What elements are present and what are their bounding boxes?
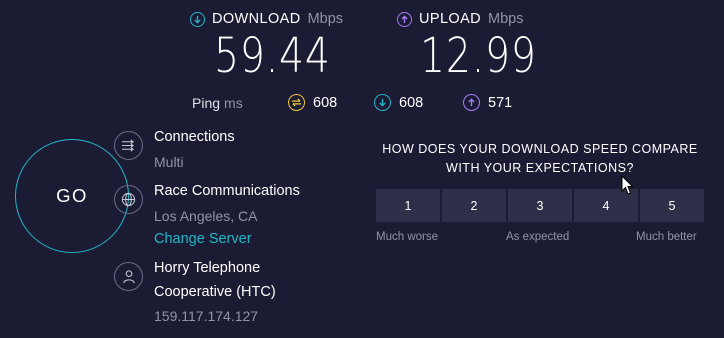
connections-value: Multi [154, 154, 184, 170]
connections-icon [114, 131, 143, 160]
scale-low-label: Much worse [376, 231, 438, 243]
mouse-cursor-icon [621, 175, 634, 195]
change-server-link[interactable]: Change Server [154, 231, 252, 247]
rating-button-2[interactable]: 2 [442, 189, 506, 222]
upload-speed-value: 12.99 [420, 28, 537, 84]
ping-label-group: Ping ms [192, 95, 243, 111]
upload-label: UPLOAD [419, 11, 482, 27]
rating-button-1[interactable]: 1 [376, 189, 440, 222]
idle-ping-icon [288, 94, 305, 111]
upload-arrow-icon [397, 11, 412, 27]
ip-address: 159.117.174.127 [154, 308, 259, 324]
rating-button-3[interactable]: 3 [508, 189, 572, 222]
download-header: DOWNLOAD Mbps [190, 9, 343, 29]
upload-header: UPLOAD Mbps [397, 9, 524, 29]
scale-mid-label: As expected [506, 231, 570, 243]
scale-high-label: Much better [636, 231, 697, 243]
download-label: DOWNLOAD [212, 11, 301, 27]
rating-button-5[interactable]: 5 [640, 189, 704, 222]
rating-scale: 1 2 3 4 5 [376, 189, 704, 222]
survey-question: HOW DOES YOUR DOWNLOAD SPEED COMPARE WIT… [376, 140, 704, 178]
speedtest-results-page: DOWNLOAD Mbps 59.44 UPLOAD Mbps 12.99 Pi… [0, 0, 724, 338]
idle-ping: 608 [288, 94, 337, 111]
ping-label: Ping [192, 95, 221, 111]
go-button[interactable]: GO [15, 139, 129, 253]
upload-unit: Mbps [488, 11, 524, 27]
globe-icon [114, 185, 143, 214]
ping-unit: ms [224, 95, 243, 111]
user-icon [114, 262, 143, 291]
download-arrow-icon [190, 11, 205, 27]
go-button-label: GO [56, 185, 88, 206]
survey-question-line1: HOW DOES YOUR DOWNLOAD SPEED COMPARE [382, 142, 698, 156]
download-unit: Mbps [307, 11, 344, 27]
download-ping-icon [374, 94, 391, 111]
connections-title: Connections [154, 129, 235, 145]
server-location: Los Angeles, CA [154, 208, 258, 224]
download-ping: 608 [374, 94, 423, 111]
upload-ping: 571 [463, 94, 512, 111]
upload-ping-icon [463, 94, 480, 111]
provider-name-line2: Cooperative (HTC) [154, 284, 276, 300]
provider-name-line1: Horry Telephone [154, 260, 261, 276]
download-speed-value: 59.44 [214, 28, 331, 84]
idle-ping-value: 608 [313, 94, 338, 111]
survey-question-line2: WITH YOUR EXPECTATIONS? [446, 161, 634, 175]
upload-ping-value: 571 [488, 94, 513, 111]
server-name: Race Communications [154, 183, 300, 199]
download-ping-value: 608 [399, 94, 424, 111]
